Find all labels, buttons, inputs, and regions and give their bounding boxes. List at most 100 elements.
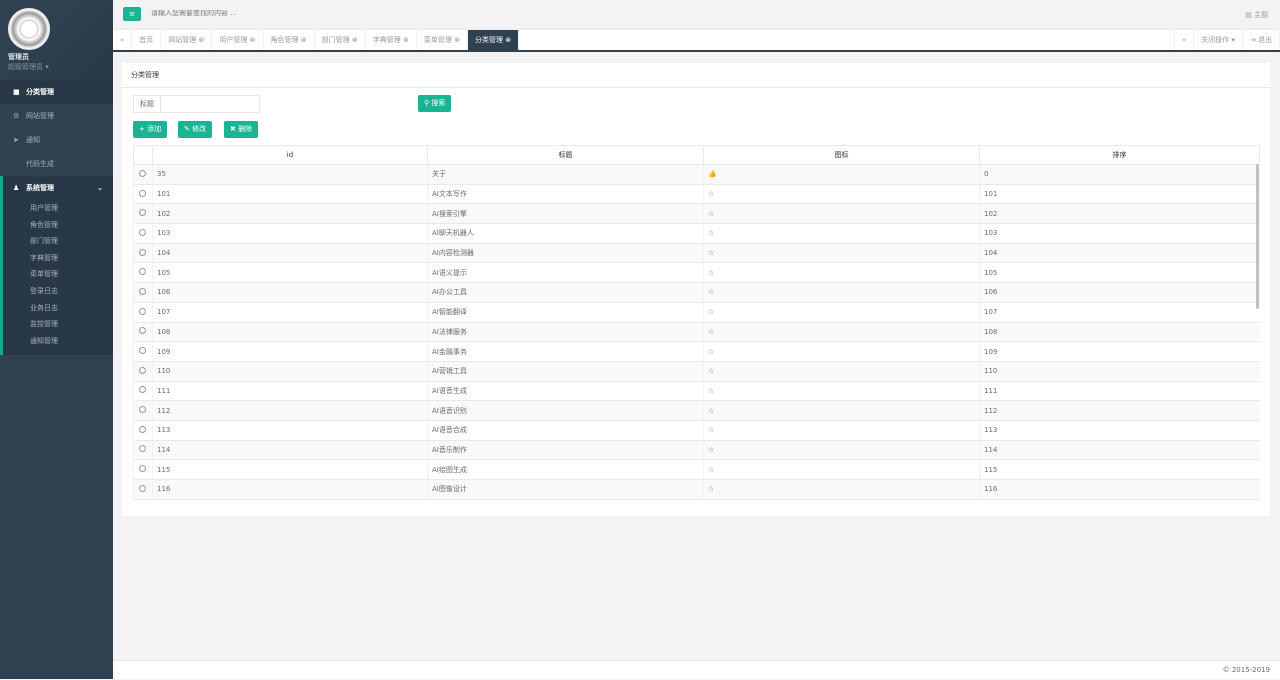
sidebar-subitem[interactable]: 字典管理	[3, 250, 113, 267]
table-row[interactable]: 112 AI语音识别 ☆ 112	[133, 400, 1260, 421]
sidebar-subitem[interactable]: 用户管理	[3, 200, 113, 217]
cell-id: 110	[152, 361, 428, 382]
row-radio[interactable]	[139, 327, 146, 335]
tab-2[interactable]: 用户管理 ⊗	[212, 30, 264, 50]
sidebar-subitem[interactable]: 监控管理	[3, 316, 113, 333]
user-name: 管理员	[8, 53, 29, 61]
delete-button[interactable]: ✖ 删除	[224, 121, 259, 138]
tab-1[interactable]: 网站管理 ⊗	[161, 30, 213, 50]
cell-sort: 107	[979, 302, 1260, 323]
star-icon: ☆	[703, 243, 980, 264]
table-row[interactable]: 110 AI营销工具 ☆ 110	[133, 361, 1260, 382]
column-header-title[interactable]: 标题	[427, 145, 704, 165]
edit-button[interactable]: ✎ 修改	[178, 121, 213, 138]
table-row[interactable]: 115 AI绘图生成 ☆ 115	[133, 459, 1260, 480]
row-radio[interactable]	[139, 307, 146, 315]
tab-0[interactable]: 首页	[132, 30, 162, 50]
table-row[interactable]: 114 AI音乐制作 ☆ 114	[133, 440, 1260, 461]
table-row[interactable]: 108 AI法律服务 ☆ 108	[133, 322, 1260, 343]
star-icon: ☆	[703, 223, 980, 244]
table-row[interactable]: 107 AI智能翻译 ☆ 107	[133, 302, 1260, 323]
column-header-icon[interactable]: 图标	[703, 145, 980, 165]
table-row[interactable]: 116 AI图像设计 ☆ 116	[133, 479, 1260, 500]
cell-sort: 0	[979, 164, 1260, 185]
row-radio[interactable]	[139, 445, 146, 453]
row-radio[interactable]	[139, 465, 146, 473]
logout-button[interactable]: ⇥ 退出	[1243, 30, 1280, 50]
tab-5[interactable]: 字典管理 ⊗	[366, 30, 417, 50]
sidebar-item-0[interactable]: ■ 分类管理	[0, 80, 113, 104]
close-tab-icon[interactable]: ⊗	[250, 36, 256, 44]
sidebar-item-label: 分类管理	[26, 88, 54, 96]
cell-title: AI搜索引擎	[427, 203, 704, 225]
row-radio[interactable]	[139, 484, 146, 492]
close-tab-icon[interactable]: ⊗	[454, 36, 460, 44]
table-row[interactable]: 113 AI语音合成 ☆ 113	[133, 420, 1260, 441]
menu-toggle-button[interactable]: ≡	[123, 7, 141, 21]
tab-7[interactable]: 分类管理 ⊗	[467, 30, 520, 50]
theme-button[interactable]: ▤ 主题	[1245, 10, 1268, 20]
table-row[interactable]: 109 AI金融事务 ☆ 109	[133, 341, 1260, 362]
star-icon: ☆	[703, 262, 980, 284]
close-tab-icon[interactable]: ⊗	[403, 36, 409, 44]
row-radio[interactable]	[139, 386, 146, 394]
close-tab-icon[interactable]: ⊗	[505, 36, 511, 44]
table-scrollbar[interactable]	[1256, 164, 1259, 309]
sidebar-subitem[interactable]: 通知管理	[3, 333, 113, 350]
sidebar-subitem[interactable]: 角色管理	[3, 217, 113, 234]
row-radio[interactable]	[139, 347, 146, 355]
select-column-header	[133, 145, 153, 165]
row-radio[interactable]	[139, 425, 146, 433]
gears-icon: ⚙	[13, 112, 20, 120]
sidebar-item-1[interactable]: ⚙ 网站管理	[0, 104, 113, 128]
close-operations-dropdown[interactable]: 关闭操作 ▾	[1194, 30, 1243, 50]
sidebar-subitem[interactable]: 部门管理	[3, 233, 113, 250]
add-button[interactable]: + 添加	[133, 121, 168, 138]
close-tab-icon[interactable]: ⊗	[301, 36, 307, 44]
column-header-sort[interactable]: 排序	[979, 145, 1260, 165]
sidebar-subitem[interactable]: 菜单管理	[3, 266, 113, 283]
tab-4[interactable]: 部门管理 ⊗	[315, 30, 366, 50]
table-row[interactable]: 111 AI语音生成 ☆ 111	[133, 381, 1260, 402]
sidebar: 管理员 超级管理员 ▾ ■ 分类管理 ⚙ 网站管理 ➤ 通知 代码生成 ♟ 系统管理 ⌄ 用户管…	[0, 0, 113, 679]
sidebar-item-label: 通知	[26, 136, 40, 144]
row-radio[interactable]	[139, 366, 146, 374]
table-row[interactable]: 106 AI办公工具 ☆ 106	[133, 282, 1260, 303]
sidebar-subitem[interactable]: 登录日志	[3, 283, 113, 300]
row-radio[interactable]	[139, 209, 146, 217]
title-filter-input[interactable]	[161, 96, 259, 112]
table-row[interactable]: 104 AI内容检测器 ☆ 104	[133, 243, 1260, 264]
table-row[interactable]: 105 AI语义提示 ☆ 105	[133, 262, 1260, 284]
avatar[interactable]	[8, 8, 50, 50]
row-radio[interactable]	[139, 169, 146, 177]
table-row[interactable]: 102 AI搜索引擎 ☆ 102	[133, 203, 1260, 225]
scroll-right-button[interactable]: »	[1173, 30, 1195, 50]
column-header-id[interactable]: id	[152, 145, 428, 165]
table-row[interactable]: 103 AI聊天机器人 ☆ 103	[133, 223, 1260, 244]
sidebar-item-system[interactable]: ♟ 系统管理 ⌄	[3, 176, 113, 200]
edit-label: 修改	[192, 125, 207, 133]
user-role-dropdown[interactable]: 超级管理员 ▾	[8, 62, 105, 72]
row-radio[interactable]	[139, 189, 146, 197]
close-tab-icon[interactable]: ⊗	[352, 36, 358, 44]
scroll-left-button[interactable]: «	[113, 30, 133, 50]
search-input[interactable]	[151, 10, 351, 17]
tab-6[interactable]: 菜单管理 ⊗	[417, 30, 468, 50]
close-tab-icon[interactable]: ⊗	[199, 36, 205, 44]
sidebar-subitem[interactable]: 业务日志	[3, 300, 113, 317]
row-radio[interactable]	[139, 406, 146, 414]
cell-sort: 112	[979, 400, 1260, 421]
search-button[interactable]: ⚲ 搜索	[418, 95, 452, 112]
row-radio[interactable]	[139, 287, 146, 295]
row-radio[interactable]	[139, 248, 146, 256]
sidebar-item-3[interactable]: 代码生成	[0, 152, 113, 176]
row-radio[interactable]	[139, 268, 146, 276]
cell-sort: 109	[979, 341, 1260, 362]
cell-title: AI营销工具	[427, 361, 704, 382]
sidebar-item-2[interactable]: ➤ 通知	[0, 128, 113, 152]
table-row[interactable]: 35 关于 👍 0	[133, 164, 1260, 185]
tab-3[interactable]: 角色管理 ⊗	[264, 30, 315, 50]
table-row[interactable]: 101 AI文本写作 ☆ 101	[133, 184, 1260, 205]
row-radio[interactable]	[139, 228, 146, 236]
cell-title: AI语义提示	[427, 262, 704, 284]
